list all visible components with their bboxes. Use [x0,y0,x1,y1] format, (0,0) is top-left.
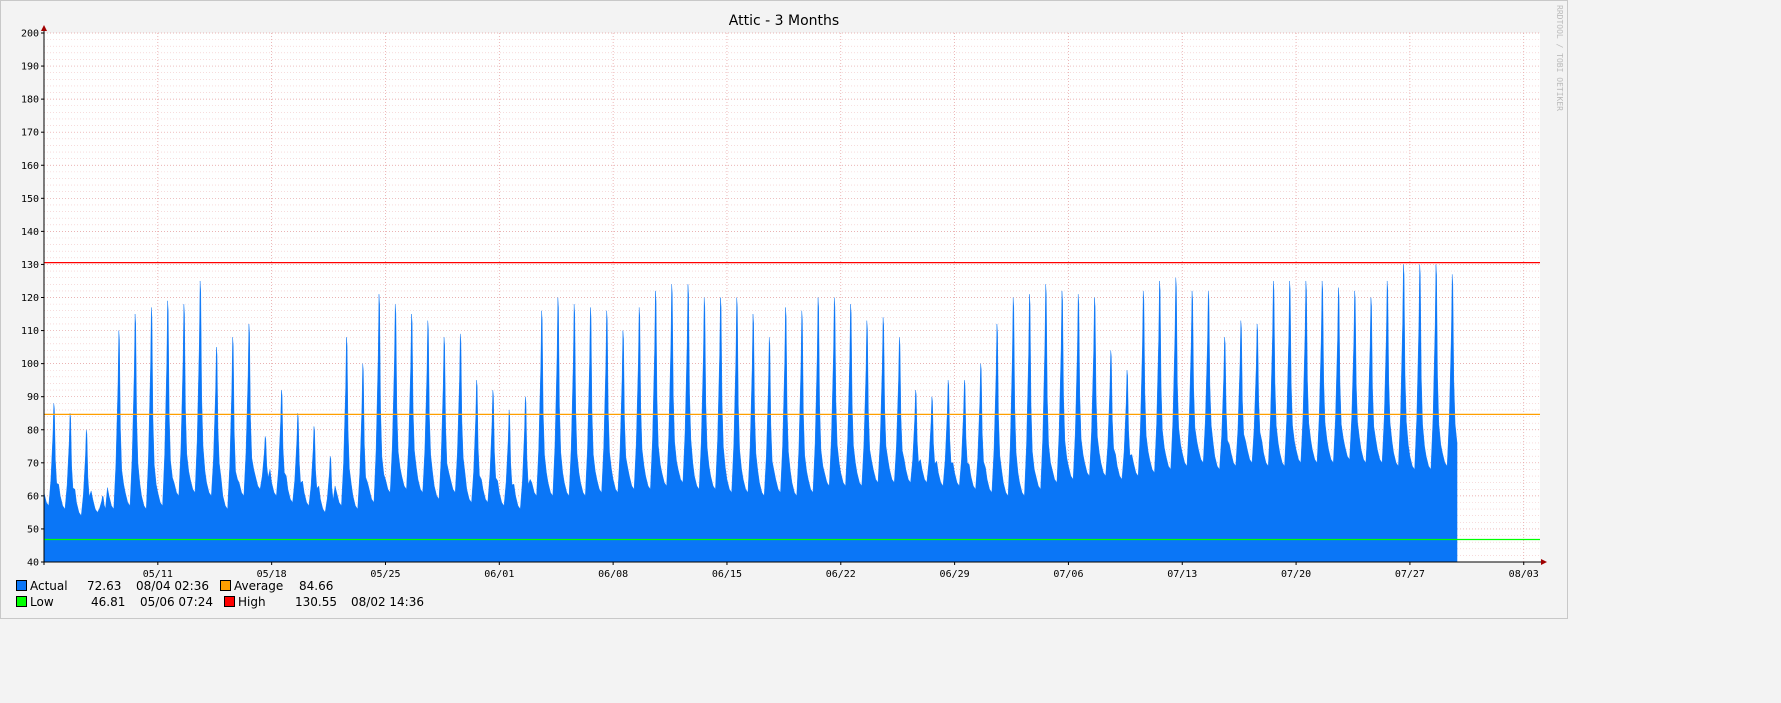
y-tick-label: 170 [21,128,39,139]
x-tick-label: 05/25 [370,569,400,580]
y-tick-label: 90 [27,392,39,403]
legend-high: High [224,595,266,609]
y-tick-label: 180 [21,95,39,106]
high-value: 130.55 [295,595,337,609]
y-tick-label: 150 [21,194,39,205]
high-swatch [224,596,235,607]
average-value: 84.66 [299,579,334,593]
chart-title: Attic - 3 Months [729,13,839,29]
x-tick-label: 07/20 [1281,569,1311,580]
y-tick-label: 70 [27,458,39,469]
average-swatch [220,580,231,591]
legend-average: Average [220,579,283,593]
y-tick-label: 110 [21,326,39,337]
low-value: 46.81 [91,595,126,609]
x-axis-arrow [1541,559,1547,565]
y-tick-label: 190 [21,62,39,73]
high-time: 08/02 14:36 [351,595,424,609]
y-tick-label: 40 [27,558,39,569]
low-time: 05/06 07:24 [140,595,213,609]
average-label: Average [234,579,284,593]
y-tick-label: 160 [21,161,39,172]
x-tick-label: 06/08 [598,569,628,580]
y-tick-label: 100 [21,359,39,370]
watermark: RRDTOOL / TOBI OETIKER [1555,5,1564,111]
x-tick-label: 06/22 [826,569,856,580]
y-tick-label: 140 [21,227,39,238]
actual-value: 72.63 [87,579,122,593]
y-tick-label: 50 [27,524,39,535]
x-tick-label: 06/15 [712,569,742,580]
high-label: High [238,595,266,609]
legend-low: Low [16,595,54,609]
actual-time: 08/04 02:36 [136,579,209,593]
actual-label: Actual [30,579,68,593]
x-tick-label: 06/29 [940,569,970,580]
y-tick-label: 200 [21,29,39,40]
y-tick-label: 130 [21,260,39,271]
legend-actual: Actual [16,579,68,593]
low-swatch [16,596,27,607]
y-tick-label: 120 [21,293,39,304]
y-tick-label: 60 [27,491,39,502]
x-tick-label: 08/03 [1509,569,1539,580]
y-axis-ticks: 40 50 60 70 80 90 100 110 120 130 140 150 160 170 180 1… [21,29,44,569]
x-axis-ticks: 05/11 05/18 05/25 06/01 06/08 06/15 06/22 06/29… [143,562,1539,580]
x-tick-label: 07/13 [1167,569,1197,580]
y-axis-arrow [41,25,47,31]
low-label: Low [30,595,54,609]
chart: Attic - 3 Months RRDTOOL / TOBI OETIKER … [21,5,1564,580]
actual-swatch [16,580,27,591]
x-tick-label: 06/01 [484,569,514,580]
y-tick-label: 80 [27,425,39,436]
x-tick-label: 07/06 [1053,569,1083,580]
x-tick-label: 07/27 [1395,569,1425,580]
